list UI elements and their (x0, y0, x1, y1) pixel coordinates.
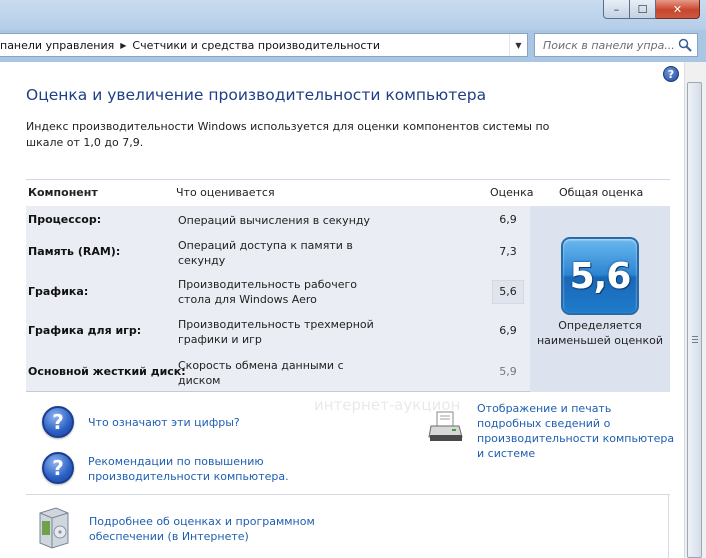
component-label: Основной жесткий диск: (28, 365, 186, 378)
close-button[interactable]: ✕ (656, 0, 700, 19)
component-score-lowest: 5,6 (492, 280, 524, 304)
scrollbar-grip (692, 339, 698, 340)
software-box-icon (39, 507, 69, 549)
overall-score-caption: Определяется наименьшей оценкой (536, 319, 663, 347)
link-what-numbers-mean[interactable]: Что означают эти цифры? (88, 415, 288, 430)
address-bar[interactable]: панели управления ▶ Счетчики и средства … (0, 33, 528, 57)
component-label: Графика: (28, 285, 89, 298)
search-icon[interactable] (678, 38, 692, 52)
breadcrumb-control-panel[interactable]: панели управления (0, 39, 114, 52)
link-print-details[interactable]: Отображение и печать подробных сведений … (477, 401, 677, 461)
overall-score-panel: 5,6 Определяется наименьшей оценкой (530, 206, 670, 392)
component-label: Память (RAM): (28, 245, 121, 258)
vertical-scrollbar[interactable] (684, 62, 706, 558)
component-score: 6,9 (499, 213, 517, 226)
overall-score-badge: 5,6 (561, 237, 639, 315)
chevron-down-icon[interactable]: ▼ (509, 34, 527, 56)
page-description: Индекс производительности Windows исполь… (26, 120, 550, 149)
header-what: Что оценивается (176, 186, 275, 199)
section-divider-vertical (668, 494, 669, 558)
overall-score-value: 5,6 (569, 255, 632, 297)
minimize-button[interactable]: – (603, 0, 630, 19)
component-description: Производительность трехмерной графики и … (178, 318, 374, 346)
table-header: Компонент Что оценивается Оценка Общая о… (26, 179, 670, 206)
question-icon: ? (42, 406, 74, 438)
component-description: Скорость обмена данными с диском (178, 359, 344, 387)
breadcrumb-performance[interactable]: Счетчики и средства производительности (132, 39, 380, 52)
printer-icon (428, 411, 463, 441)
component-label: Процессор: (28, 213, 102, 226)
scrollbar-thumb[interactable] (687, 82, 702, 558)
breadcrumb-separator-icon[interactable]: ▶ (120, 41, 126, 50)
link-performance-tips[interactable]: Рекомендации по повышению производительн… (88, 454, 308, 484)
title-bar: – ☐ ✕ (0, 0, 706, 30)
help-icon[interactable]: ? (663, 66, 679, 82)
page-title: Оценка и увеличение производительности к… (26, 86, 487, 104)
header-component: Компонент (28, 186, 98, 199)
scrollbar-grip (692, 342, 698, 343)
search-input[interactable] (543, 38, 675, 52)
header-overall: Общая оценка (559, 186, 644, 199)
component-description: Производительность рабочего стола для Wi… (178, 278, 358, 306)
score-table: Процессор: Операций вычисления в секунду… (26, 206, 670, 392)
header-score: Оценка (490, 186, 534, 199)
question-icon: ? (42, 452, 74, 484)
scrollbar-grip (692, 336, 698, 337)
window-controls: – ☐ ✕ (603, 0, 700, 19)
search-box[interactable] (534, 33, 698, 57)
link-online-info[interactable]: Подробнее об оценках и программном обесп… (89, 514, 329, 544)
maximize-button[interactable]: ☐ (630, 0, 656, 19)
component-label: Графика для игр: (28, 324, 142, 337)
component-description: Операций доступа к памяти в секунду (178, 239, 353, 267)
component-score: 6,9 (499, 324, 517, 337)
component-score: 7,3 (499, 245, 517, 258)
component-score: 5,9 (499, 365, 517, 378)
section-divider (26, 494, 670, 495)
component-description: Операций вычисления в секунду (178, 214, 370, 227)
